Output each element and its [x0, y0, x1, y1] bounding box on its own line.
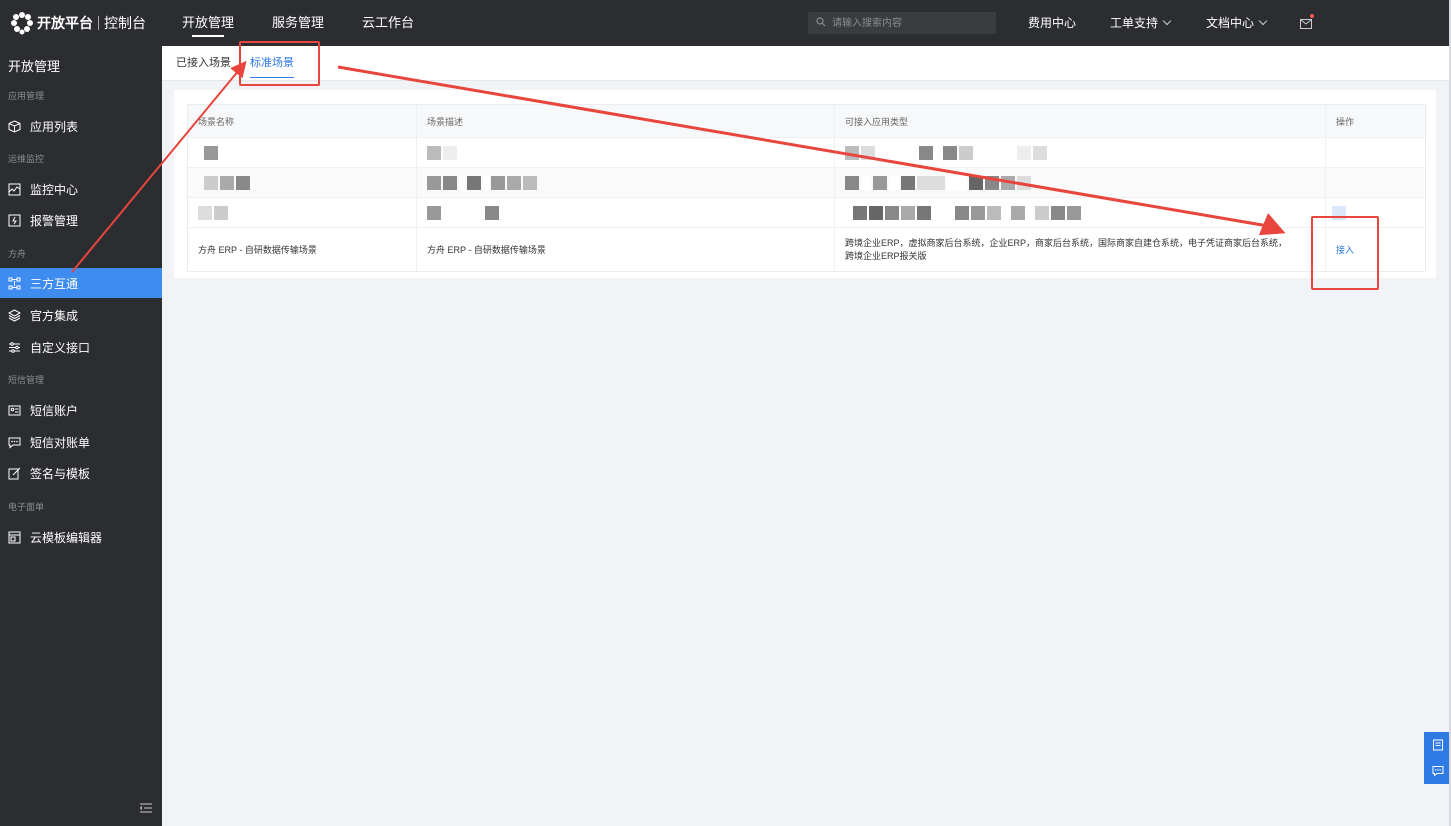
sidebar-item-label: 应用列表 — [30, 119, 79, 134]
fees-center-link[interactable]: 费用中心 — [1028, 0, 1076, 46]
chat-icon — [1432, 766, 1443, 777]
chat-float-button[interactable] — [1424, 758, 1451, 784]
redacted-cell — [188, 168, 417, 197]
logo-divider — [98, 16, 99, 30]
sidebar-item-sms-bill[interactable]: 短信对账单 — [0, 427, 162, 457]
tab-standard-scenes[interactable]: 标准场景 — [250, 46, 294, 80]
template-icon — [7, 530, 21, 544]
ticket-support-label: 工单支持 — [1110, 16, 1159, 30]
column-header-types: 可接入应用类型 — [835, 105, 1326, 137]
search-icon — [816, 17, 826, 27]
sidebar-item-label: 签名与模板 — [30, 466, 91, 481]
table-row-redacted — [188, 168, 1425, 198]
sidebar-item-sms-account[interactable]: 短信账户 — [0, 395, 162, 425]
app-types-cell: 跨境企业ERP，虚拟商家后台系统，企业ERP，商家后台系统，国际商家自建仓系统，… — [835, 228, 1326, 271]
document-icon — [1432, 739, 1443, 751]
redacted-cell — [1326, 168, 1425, 197]
table-row-redacted — [188, 198, 1425, 228]
id-card-icon — [7, 403, 21, 417]
redacted-cell — [188, 138, 417, 167]
docs-center-label: 文档中心 — [1206, 16, 1255, 30]
monitor-chart-icon — [7, 182, 21, 196]
chevron-down-icon — [1258, 16, 1268, 26]
topnav-service-management[interactable]: 服务管理 — [272, 0, 324, 46]
mail-icon — [1300, 19, 1312, 29]
unread-dot — [1310, 14, 1314, 18]
edit-document-icon — [7, 466, 21, 480]
redacted-cell — [835, 168, 1326, 197]
table-header-row: 场景名称 场景描述 可接入应用类型 操作 — [188, 105, 1425, 138]
sidebar-title: 开放管理 — [8, 59, 61, 74]
redacted-cell — [417, 198, 835, 227]
sidebar-item-label: 自定义接口 — [30, 340, 91, 355]
redacted-cell — [835, 198, 1326, 227]
platform-logo[interactable]: 开放平台 控制台 — [10, 11, 146, 35]
chevron-down-icon — [1162, 16, 1172, 26]
console-label: 控制台 — [104, 15, 146, 31]
sidebar-group-sms: 短信管理 — [8, 375, 45, 385]
sidebar-item-label: 云模板编辑器 — [30, 530, 103, 545]
table-row: 方舟 ERP - 自研数据传输场景 方舟 ERP - 自研数据传输场景 跨境企业… — [188, 228, 1425, 271]
redacted-cell — [1326, 198, 1425, 227]
app-types-line-1: 跨境企业ERP，虚拟商家后台系统，企业ERP，商家后台系统，国际商家自建仓系统，… — [845, 237, 1288, 248]
cube-icon — [7, 119, 21, 133]
action-cell: 接入 — [1326, 228, 1425, 271]
sidebar: 开放管理 应用管理 应用列表 运维监控 监控中心 报警管理 方舟 三方互通 官方… — [0, 46, 162, 826]
sidebar-item-monitor[interactable]: 监控中心 — [0, 174, 162, 204]
sidebar-item-label: 短信账户 — [30, 403, 79, 418]
top-nav: 开放管理 服务管理 云工作台 — [182, 0, 452, 46]
sidebar-item-alarm[interactable]: 报警管理 — [0, 205, 162, 235]
scene-tabs: 已接入场景 标准场景 — [162, 46, 1451, 81]
redacted-cell — [417, 138, 835, 167]
search-input[interactable] — [832, 12, 992, 34]
docs-center-menu[interactable]: 文档中心 — [1206, 0, 1268, 46]
redacted-cell — [835, 138, 1326, 167]
logo-icon — [11, 12, 33, 35]
collapse-menu-icon — [139, 803, 152, 813]
brand-name: 开放平台 — [37, 15, 93, 31]
sidebar-group-waybill: 电子面单 — [8, 502, 45, 512]
scene-desc-cell: 方舟 ERP - 自研数据传输场景 — [417, 228, 835, 271]
app-types-line-2: 跨境企业ERP报关版 — [845, 250, 927, 261]
sidebar-item-app-list[interactable]: 应用列表 — [0, 111, 162, 141]
sidebar-item-label: 三方互通 — [30, 276, 79, 291]
sidebar-item-label: 报警管理 — [30, 213, 79, 228]
tab-connected-scenes[interactable]: 已接入场景 — [176, 46, 231, 80]
column-header-action: 操作 — [1336, 116, 1355, 127]
sidebar-item-official[interactable]: 官方集成 — [0, 300, 162, 330]
message-button[interactable] — [1300, 14, 1314, 29]
scenes-table: 场景名称 场景描述 可接入应用类型 操作 方舟 ERP - 自研数据传输场景 方… — [187, 104, 1426, 272]
redacted-cell — [188, 198, 417, 227]
grid-connect-icon — [7, 276, 21, 290]
scene-name-cell: 方舟 ERP - 自研数据传输场景 — [188, 228, 417, 271]
sidebar-item-signature[interactable]: 签名与模板 — [0, 458, 162, 488]
sidebar-group-app-management: 应用管理 — [8, 91, 45, 101]
sidebar-item-custom-api[interactable]: 自定义接口 — [0, 332, 162, 362]
feedback-float-button[interactable] — [1424, 732, 1451, 758]
connect-button[interactable]: 接入 — [1336, 243, 1354, 256]
sidebar-item-label: 官方集成 — [30, 308, 79, 323]
sidebar-group-ops: 运维监控 — [8, 154, 45, 164]
column-header-name: 场景名称 — [188, 105, 417, 137]
layers-icon — [7, 308, 21, 322]
search-box — [808, 12, 996, 34]
alarm-bolt-icon — [7, 213, 21, 227]
sidebar-item-cloud-editor[interactable]: 云模板编辑器 — [0, 522, 162, 552]
redacted-cell — [1326, 138, 1425, 167]
sidebar-item-label: 短信对账单 — [30, 435, 91, 450]
topnav-open-management[interactable]: 开放管理 — [182, 0, 234, 46]
top-bar: 开放平台 控制台 开放管理 服务管理 云工作台 费用中心 工单支持 文档中心 — [0, 0, 1451, 46]
chat-bubble-icon — [7, 435, 21, 449]
collapse-sidebar-button[interactable] — [139, 800, 152, 813]
topnav-cloud-workbench[interactable]: 云工作台 — [362, 0, 414, 46]
sliders-icon — [7, 340, 21, 354]
sidebar-item-label: 监控中心 — [30, 182, 79, 197]
column-header-desc: 场景描述 — [417, 105, 835, 137]
table-row-redacted — [188, 138, 1425, 168]
sidebar-item-third-party[interactable]: 三方互通 — [0, 268, 162, 298]
sidebar-group-ark: 方舟 — [8, 249, 27, 259]
ticket-support-menu[interactable]: 工单支持 — [1110, 0, 1172, 46]
redacted-cell — [417, 168, 835, 197]
